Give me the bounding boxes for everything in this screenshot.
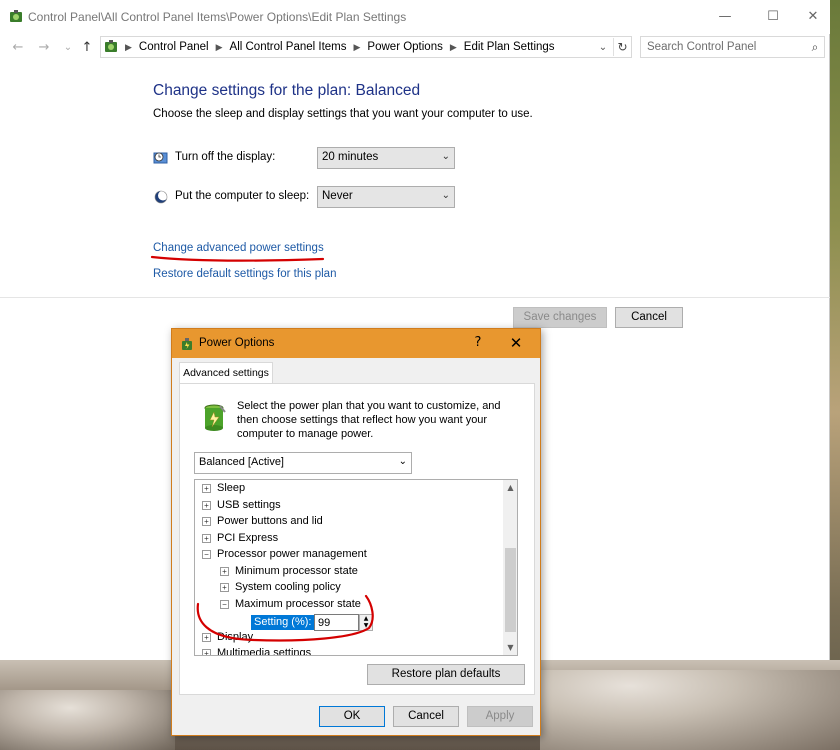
tab-advanced-settings[interactable]: Advanced settings — [179, 362, 273, 384]
desktop-wallpaper-right — [830, 0, 840, 750]
scroll-thumb[interactable] — [505, 548, 516, 632]
control-panel-icon — [10, 10, 22, 22]
sleep-moon-icon — [154, 190, 168, 204]
tree-item-sleep[interactable]: + Sleep — [202, 482, 245, 498]
scroll-up-icon[interactable]: ▲ — [503, 480, 517, 495]
scroll-down-icon[interactable]: ▼ — [503, 640, 517, 655]
search-input[interactable] — [647, 39, 797, 55]
expand-icon[interactable]: + — [202, 534, 211, 543]
tree-item-min-processor-state[interactable]: + Minimum processor state — [220, 565, 358, 581]
power-options-dialog: Power Options ? ✕ Advanced settings Sele… — [171, 328, 541, 736]
breadcrumb-separator-icon[interactable]: ▶ — [216, 42, 223, 52]
tree-item-power-buttons[interactable]: + Power buttons and lid — [202, 515, 323, 531]
apply-button[interactable]: Apply — [467, 706, 533, 727]
desktop-wallpaper-rock — [0, 690, 175, 750]
search-box: ⌕ — [640, 36, 825, 58]
breadcrumb-item-all-items[interactable]: All Control Panel Items — [230, 41, 347, 53]
save-changes-button[interactable]: Save changes — [513, 307, 607, 328]
dialog-title: Power Options — [199, 337, 275, 349]
navigation-bar: ← → ⌄ ↑ ▶ Control Panel ▶ All Control Panel… — [0, 34, 830, 62]
minimize-button[interactable]: — — [709, 6, 741, 28]
desktop-wallpaper-rock-right — [540, 670, 840, 750]
expand-icon[interactable]: + — [220, 567, 229, 576]
display-timeout-select[interactable]: 20 minutes ⌄ — [317, 147, 455, 169]
dialog-intro-text: Select the power plan that you want to c… — [237, 400, 501, 440]
dialog-cancel-button[interactable]: Cancel — [393, 706, 459, 727]
title-bar: Control Panel\All Control Panel Items\Po… — [0, 0, 830, 34]
page-description: Choose the sleep and display settings th… — [153, 108, 533, 120]
chevron-down-icon: ⌄ — [441, 151, 450, 162]
up-button[interactable]: ↑ — [77, 38, 97, 58]
dialog-title-bar: Power Options ? ✕ — [172, 329, 540, 358]
chevron-down-icon: ⌄ — [441, 190, 450, 201]
tree-item-pci-express[interactable]: + PCI Express — [202, 532, 278, 548]
restore-plan-defaults-button[interactable]: Restore plan defaults — [367, 664, 525, 685]
display-setting-label: Turn off the display: — [175, 151, 276, 163]
back-button[interactable]: ← — [8, 38, 28, 58]
expand-icon[interactable]: + — [220, 583, 229, 592]
search-icon[interactable]: ⌕ — [807, 39, 823, 55]
breadcrumb: ▶ Control Panel ▶ All Control Panel Items ▶ P… — [125, 41, 555, 53]
collapse-icon[interactable]: − — [202, 550, 211, 559]
sleep-setting-label: Put the computer to sleep: — [175, 190, 310, 202]
tree-scrollbar[interactable]: ▲ ▼ — [503, 480, 517, 655]
window-title: Control Panel\All Control Panel Items\Po… — [28, 10, 407, 24]
breadcrumb-separator-icon: ▶ — [125, 42, 132, 52]
red-underline-annotation — [150, 255, 325, 262]
recent-locations-button[interactable]: ⌄ — [58, 38, 78, 58]
battery-icon — [204, 404, 226, 431]
sleep-timeout-select[interactable]: Never ⌄ — [317, 186, 455, 208]
refresh-icon[interactable]: ↻ — [613, 38, 631, 56]
maximize-button[interactable]: ☐ — [757, 6, 789, 28]
page-title: Change settings for the plan: Balanced — [153, 82, 421, 99]
expand-icon[interactable]: + — [202, 517, 211, 526]
breadcrumb-item-edit-plan-settings[interactable]: Edit Plan Settings — [464, 41, 555, 53]
power-options-icon — [182, 338, 192, 350]
tree-item-processor-power[interactable]: − Processor power management — [202, 548, 367, 564]
divider — [0, 297, 830, 298]
display-clock-icon — [153, 152, 168, 164]
power-plan-select[interactable]: Balanced [Active] ⌄ — [194, 452, 412, 474]
expand-icon[interactable]: + — [202, 501, 211, 510]
address-bar[interactable]: ▶ Control Panel ▶ All Control Panel Items ▶ P… — [100, 36, 632, 58]
restore-defaults-link[interactable]: Restore default settings for this plan — [153, 268, 336, 280]
ok-button[interactable]: OK — [319, 706, 385, 727]
sleep-timeout-value: Never — [322, 190, 353, 202]
help-button[interactable]: ? — [468, 334, 488, 352]
breadcrumb-separator-icon[interactable]: ▶ — [354, 42, 361, 52]
close-button[interactable]: ✕ — [797, 6, 829, 28]
address-dropdown-icon[interactable]: ⌄ — [595, 40, 611, 56]
power-plan-value: Balanced [Active] — [199, 456, 284, 468]
dialog-close-button[interactable]: ✕ — [504, 333, 528, 353]
expand-icon[interactable]: + — [202, 649, 211, 655]
chevron-down-icon: ⌄ — [398, 456, 407, 467]
breadcrumb-item-power-options[interactable]: Power Options — [367, 41, 442, 53]
advanced-settings-panel: Select the power plan that you want to c… — [179, 383, 535, 695]
breadcrumb-item-control-panel[interactable]: Control Panel — [139, 41, 209, 53]
expand-icon[interactable]: + — [202, 484, 211, 493]
cancel-button[interactable]: Cancel — [615, 307, 683, 328]
breadcrumb-separator-icon[interactable]: ▶ — [450, 42, 457, 52]
red-circle-annotation — [196, 594, 374, 642]
tree-item-usb-settings[interactable]: + USB settings — [202, 499, 281, 515]
forward-button[interactable]: → — [34, 38, 54, 58]
display-timeout-value: 20 minutes — [322, 151, 379, 163]
control-panel-icon — [105, 40, 117, 52]
